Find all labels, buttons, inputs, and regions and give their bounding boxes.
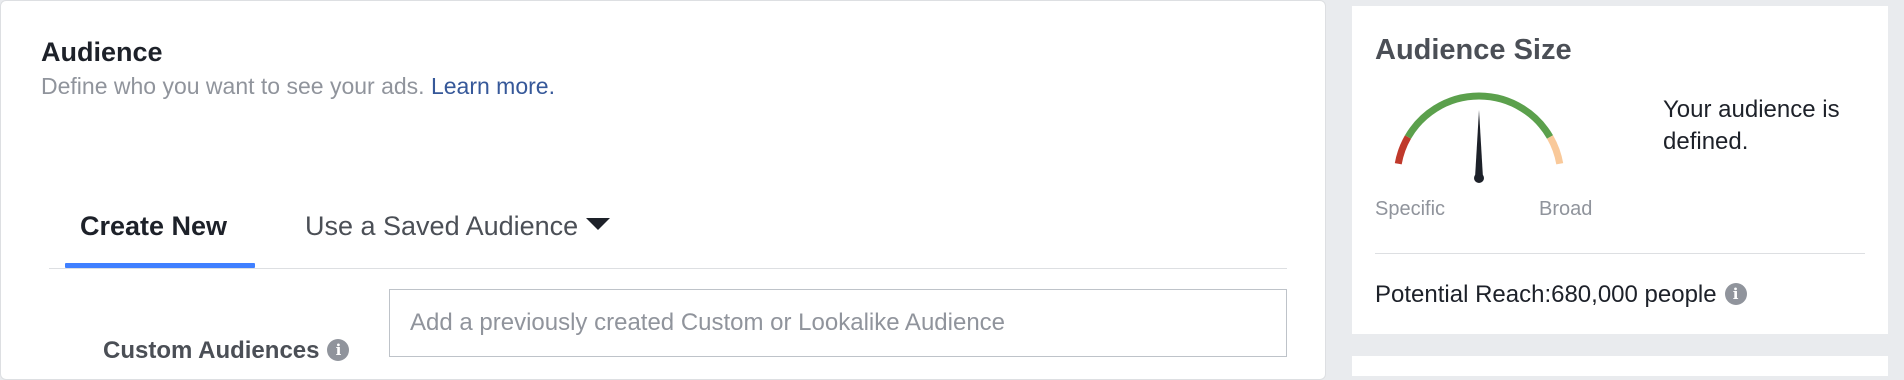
audience-size-gauge [1394, 92, 1564, 183]
potential-reach-value: 680,000 people [1551, 281, 1717, 308]
custom-audiences-input[interactable] [389, 289, 1287, 357]
gauge-needle [1475, 110, 1483, 178]
audience-panel: Audience Define who you want to see your… [0, 0, 1326, 380]
potential-reach: Potential Reach:680,000 people i [1375, 281, 1747, 309]
next-panel [1352, 356, 1888, 376]
audience-size-divider [1375, 253, 1865, 254]
tab-use-saved-audience-label: Use a Saved Audience [305, 211, 579, 241]
audience-status-text: Your audience is defined. [1663, 96, 1840, 155]
audience-size-panel: Audience Size Specific Broad Your audien… [1352, 6, 1888, 334]
gauge-needle-hub [1474, 173, 1484, 183]
audience-subtitle: Define who you want to see your ads. Lea… [41, 73, 555, 100]
gauge-label-broad: Broad [1539, 198, 1593, 220]
gauge-label-specific: Specific [1375, 198, 1446, 220]
audience-size-title: Audience Size [1375, 34, 1572, 66]
custom-audiences-label-text: Custom Audiences [103, 337, 320, 364]
tab-create-new[interactable]: Create New [80, 211, 227, 242]
learn-more-link[interactable]: Learn more. [431, 73, 555, 99]
audience-subtitle-text: Define who you want to see your ads. [41, 73, 425, 99]
tab-use-saved-audience[interactable]: Use a Saved Audience [305, 211, 611, 242]
caret-down-icon [586, 217, 611, 230]
info-icon[interactable]: i [1724, 282, 1747, 305]
custom-audiences-label: Custom Audiences i [103, 337, 350, 365]
tabs-divider [49, 268, 1287, 269]
gauge-segment-broad [1546, 135, 1564, 165]
audience-title: Audience [41, 37, 163, 67]
info-icon[interactable]: i [327, 338, 350, 361]
gauge-segment-specific [1394, 135, 1412, 165]
potential-reach-label: Potential Reach: [1375, 281, 1552, 308]
